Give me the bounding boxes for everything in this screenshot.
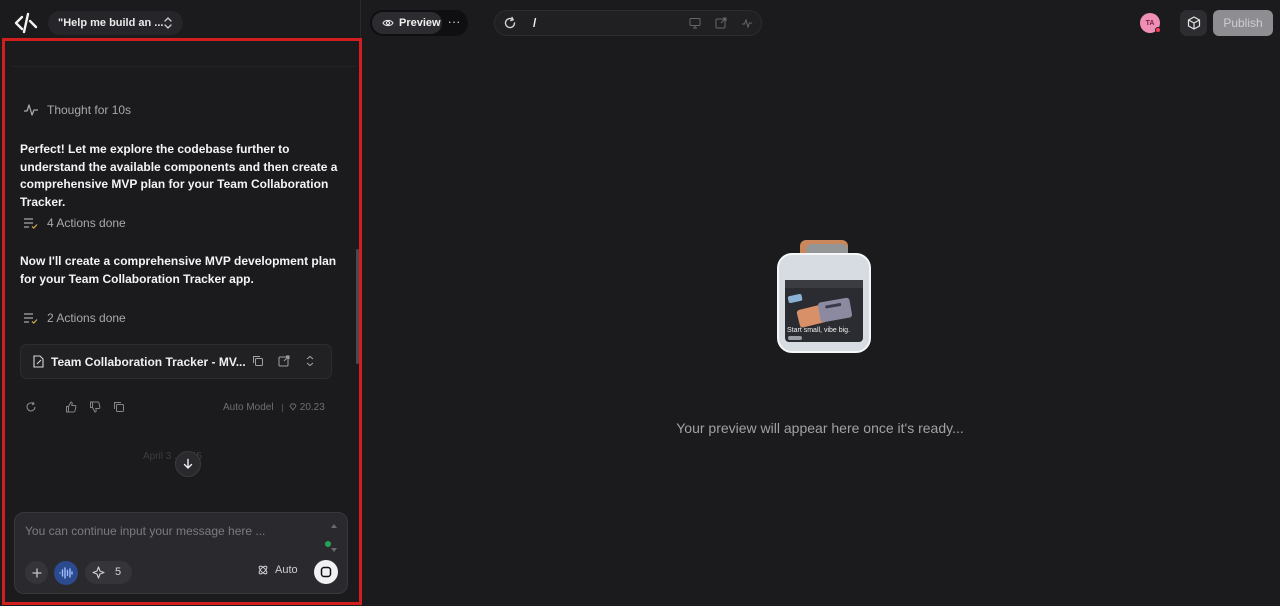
waveform-icon	[59, 567, 73, 579]
actions-label: 4 Actions done	[47, 216, 126, 230]
stop-generation-button[interactable]	[314, 560, 338, 584]
cube-button[interactable]	[1180, 10, 1207, 36]
eye-icon	[382, 19, 394, 27]
pulse-icon[interactable]	[741, 17, 753, 29]
chat-scrollbar[interactable]	[356, 249, 359, 364]
publish-button[interactable]: Publish	[1213, 10, 1273, 36]
thought-indicator[interactable]: Thought for 10s	[23, 103, 131, 117]
assistant-message: Now I'll create a comprehensive MVP deve…	[20, 254, 337, 286]
scroll-to-bottom-button[interactable]	[175, 451, 201, 477]
stop-icon	[320, 566, 332, 578]
url-path: /	[533, 16, 537, 30]
chat-top-divider	[11, 66, 357, 67]
chevron-up-down-icon	[164, 17, 172, 29]
voice-input-button[interactable]	[54, 561, 78, 585]
retry-icon[interactable]	[25, 401, 37, 413]
actions-label: 2 Actions done	[47, 311, 126, 325]
reload-icon[interactable]	[503, 16, 517, 30]
preview-label: Preview	[399, 17, 441, 29]
copy-icon[interactable]	[113, 401, 125, 413]
status-dot	[325, 541, 331, 547]
project-selector[interactable]: "Help me build an ...	[48, 11, 183, 35]
expand-arrows-icon[interactable]	[331, 523, 337, 553]
chat-scroll-area[interactable]: Thought for 10s Perfect! Let me explore …	[5, 41, 359, 511]
chat-panel: Thought for 10s Perfect! Let me explore …	[2, 38, 362, 605]
chevron-up-down-icon[interactable]	[305, 355, 315, 367]
thought-label: Thought for 10s	[47, 103, 132, 117]
cube-icon	[1187, 16, 1200, 30]
thumbs-down-icon[interactable]	[89, 401, 101, 413]
diamond-icon	[289, 403, 297, 411]
actions-summary[interactable]: 4 Actions done	[23, 216, 126, 230]
open-external-icon[interactable]	[715, 17, 727, 29]
message-composer: You can continue input your message here…	[14, 512, 348, 594]
model-label: Auto Model	[223, 402, 274, 413]
document-title: Team Collaboration Tracker - MV...	[51, 355, 246, 369]
card-caption: Start small, vibe big.	[787, 327, 850, 334]
preview-button[interactable]: Preview	[372, 12, 442, 34]
more-options-button[interactable]: ···	[446, 15, 462, 31]
user-avatar[interactable]: TA	[1140, 13, 1161, 33]
message-feedback-bar: Auto Model 20.23	[25, 401, 335, 415]
arrow-down-icon	[183, 458, 193, 469]
project-title: "Help me build an ...	[58, 17, 164, 29]
list-check-icon	[24, 313, 38, 324]
atom-icon	[258, 565, 268, 575]
app-root: "Help me build an ... Preview ··· / TA P…	[0, 0, 1280, 606]
thumbs-up-icon[interactable]	[65, 401, 77, 413]
enhance-count: 5	[115, 566, 122, 578]
assistant-message: Perfect! Let me explore the codebase fur…	[20, 142, 338, 209]
activity-icon	[24, 104, 38, 116]
auto-label: Auto	[275, 564, 298, 576]
preview-empty-message: Your preview will appear here once it's …	[676, 420, 964, 436]
actions-summary[interactable]: 2 Actions done	[23, 311, 126, 325]
plus-icon	[32, 568, 41, 577]
separator	[282, 404, 283, 412]
code-logo-icon[interactable]	[14, 12, 38, 34]
credits-value: 20.23	[289, 402, 325, 413]
sparkle-icon	[92, 566, 105, 579]
preview-placeholder-illustration: Start small, vibe big.	[777, 240, 871, 353]
notification-dot	[1155, 27, 1161, 33]
avatar-initials: TA	[1145, 19, 1155, 27]
enhance-prompt-chip[interactable]: 5	[85, 561, 132, 584]
model-mode-selector[interactable]: Auto	[257, 564, 298, 576]
url-bar[interactable]: /	[494, 10, 762, 36]
document-edit-icon	[33, 355, 44, 368]
copy-icon[interactable]	[252, 355, 264, 367]
attach-button[interactable]	[25, 561, 48, 584]
list-check-icon	[24, 218, 38, 229]
desktop-icon[interactable]	[689, 17, 701, 29]
credits-label: 20.23	[299, 402, 325, 413]
open-external-icon[interactable]	[278, 355, 290, 367]
document-card[interactable]: Team Collaboration Tracker - MV...	[20, 344, 332, 379]
view-toggle-group: Preview ···	[370, 10, 468, 36]
message-input[interactable]: You can continue input your message here…	[25, 524, 265, 538]
